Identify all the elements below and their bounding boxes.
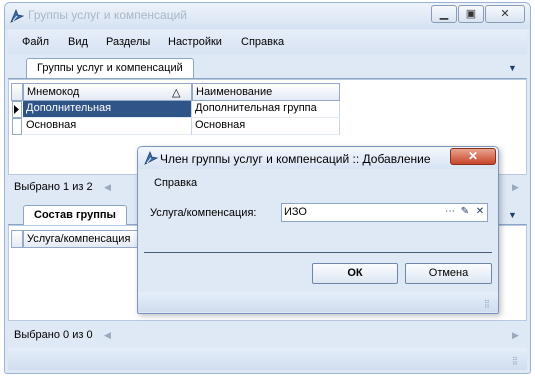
service-field-value: ИЗО: [284, 206, 307, 218]
clear-icon[interactable]: ✕: [473, 205, 487, 220]
dropdown-arrow-icon[interactable]: ▼: [508, 63, 517, 73]
scroll-left-icon[interactable]: ◀: [104, 330, 111, 341]
close-button[interactable]: ✕: [485, 5, 525, 23]
cancel-button[interactable]: Отмена: [405, 263, 492, 284]
service-field-label: Услуга/компенсация:: [150, 207, 257, 219]
column-header-name[interactable]: Наименование: [192, 83, 340, 101]
column-header-code[interactable]: Мнемокод △: [23, 83, 192, 101]
window-title: Группы услуг и компенсаций: [28, 8, 187, 22]
bottom-status: Выбрано 0 из 0: [14, 325, 134, 345]
sort-ascending-icon: △: [172, 87, 181, 99]
size-grip-icon[interactable]: ⣿: [512, 356, 518, 365]
scroll-left-icon[interactable]: ◀: [104, 182, 111, 193]
ellipsis-icon[interactable]: ⋯: [443, 205, 457, 220]
scroll-right-icon[interactable]: ▶: [512, 330, 519, 341]
menu-view[interactable]: Вид: [68, 36, 88, 48]
minimize-icon: ▁: [439, 8, 449, 20]
column-header-code-label: Мнемокод: [27, 86, 80, 98]
cell-name-row-1[interactable]: Дополнительная группа: [192, 101, 340, 118]
maximize-button[interactable]: ▣: [458, 5, 484, 23]
dialog-menu-help[interactable]: Справка: [154, 177, 197, 189]
column-header-service[interactable]: Услуга/компенсация: [23, 230, 138, 248]
dropdown-arrow-icon[interactable]: ▼: [508, 210, 517, 220]
minimize-button[interactable]: ▁: [431, 5, 457, 23]
top-status: Выбрано 1 из 2: [14, 177, 134, 197]
menu-sections[interactable]: Разделы: [106, 36, 150, 48]
row-indicator: [12, 118, 22, 135]
cell-code-row-2[interactable]: Основная: [23, 118, 192, 135]
cell-name-row-2[interactable]: Основная: [192, 118, 340, 135]
menu-file[interactable]: Файл: [22, 36, 49, 48]
row-indicator-current: [12, 101, 22, 118]
grid-corner: [11, 230, 23, 248]
cell-code-row-1[interactable]: Дополнительная: [23, 101, 192, 118]
grid-corner: [11, 83, 23, 101]
scroll-right-icon[interactable]: ▶: [512, 182, 519, 193]
close-icon: ✕: [500, 8, 510, 20]
menu-settings[interactable]: Настройки: [168, 36, 222, 48]
tab-service-groups[interactable]: Группы услуг и компенсаций: [26, 58, 194, 78]
menu-help[interactable]: Справка: [241, 36, 284, 48]
close-icon: ✕: [467, 149, 479, 163]
app-icon: [144, 150, 159, 165]
edit-icon[interactable]: ✎: [458, 205, 472, 220]
dialog-separator: [144, 252, 492, 253]
dialog-title: Член группы услуг и компенсаций :: Добав…: [160, 152, 431, 166]
size-grip-icon[interactable]: ⣿: [484, 299, 490, 308]
dialog-statusbar: [138, 292, 498, 312]
app-icon: [10, 8, 25, 23]
tab-group-members[interactable]: Состав группы: [23, 205, 127, 225]
ok-button[interactable]: ОК: [312, 263, 398, 284]
dialog-close-button[interactable]: ✕: [450, 148, 496, 165]
main-statusbar: [8, 348, 527, 370]
maximize-icon: ▣: [465, 8, 477, 20]
